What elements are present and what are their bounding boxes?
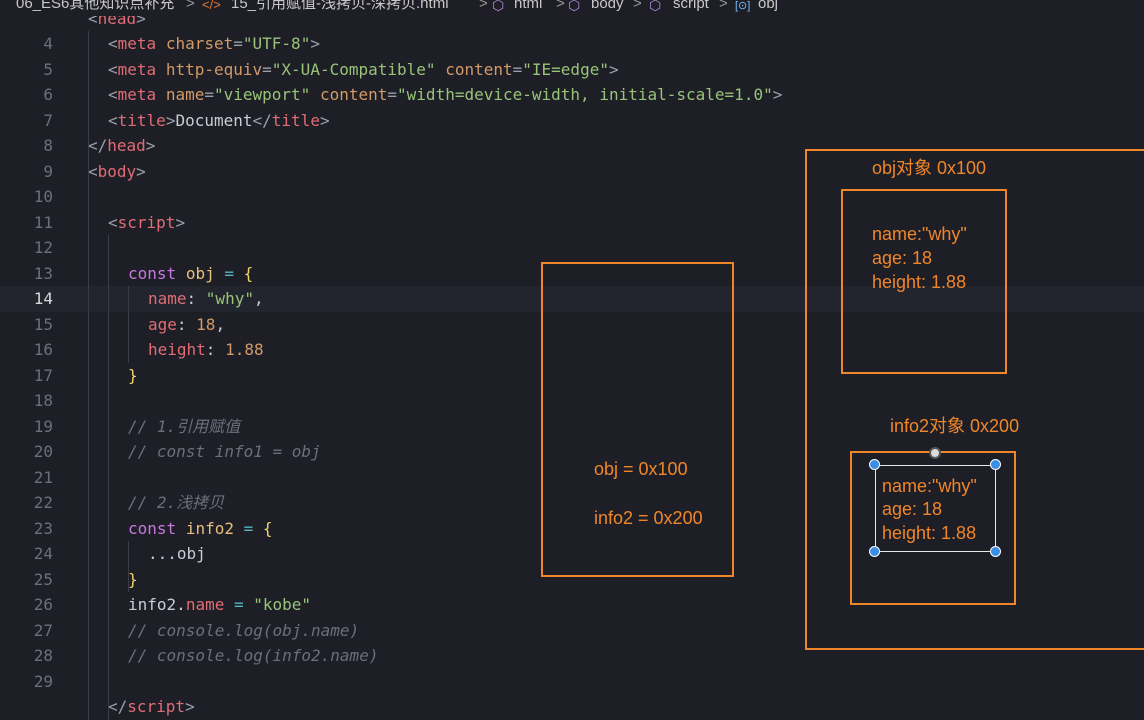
stack-info2-label: info2 = 0x200 xyxy=(594,508,703,528)
info2-height-prop[interactable]: height: 1.88 xyxy=(882,521,976,545)
code-text: </head> xyxy=(88,136,156,155)
code-text: </script> xyxy=(108,697,195,716)
info2-age-prop[interactable]: age: 18 xyxy=(882,497,942,521)
code-text: height: 1.88 xyxy=(148,340,264,359)
line-number: 11 xyxy=(33,212,53,232)
info2-object-title: info2对象 0x200 xyxy=(890,416,1020,436)
code-text: // console.log(obj.name) xyxy=(128,620,360,640)
indent-guide xyxy=(108,235,109,720)
resize-handle-bottom-right[interactable] xyxy=(990,546,1001,557)
obj-age-prop: age: 18 xyxy=(872,248,933,268)
line-number: 18 xyxy=(33,391,53,410)
code-text: <body> xyxy=(88,161,146,181)
indent-guide xyxy=(128,286,129,363)
rotate-handle-icon[interactable] xyxy=(929,447,941,459)
line-number: 14 xyxy=(33,289,53,308)
breadcrumb-item[interactable]: obj xyxy=(758,0,778,12)
line-number: 28 xyxy=(33,646,53,665)
code-text: } xyxy=(128,365,138,385)
code-text: <meta http-equiv="X-UA-Compatible" conte… xyxy=(108,59,619,79)
line-number: 24 xyxy=(33,544,53,563)
code-text: } xyxy=(128,569,138,589)
info2-name-prop[interactable]: name:"why" xyxy=(882,474,977,498)
line-number: 13 xyxy=(33,263,53,283)
line-number: 15 xyxy=(33,314,53,334)
code-text: <script> xyxy=(108,212,186,232)
variable-icon: [⊙] xyxy=(735,0,751,12)
line-number: 10 xyxy=(33,187,53,206)
cube-icon: ⬡ xyxy=(568,0,581,13)
resize-handle-top-left[interactable] xyxy=(869,459,880,470)
line-number: 5 xyxy=(43,59,53,79)
code-text: const info2 = { xyxy=(128,518,273,538)
breadcrumb-item[interactable]: script xyxy=(673,0,709,12)
line-number: 25 xyxy=(33,569,53,589)
line-number: 8 xyxy=(43,136,53,155)
html-file-icon: </> xyxy=(202,0,221,12)
line-number: 16 xyxy=(33,340,53,359)
indent-guide xyxy=(128,541,129,592)
line-number: 22 xyxy=(33,493,53,512)
code-text: // 2.浅拷贝 xyxy=(128,493,225,512)
obj-object-title: obj对象 0x100 xyxy=(872,158,987,178)
obj-name-prop: name:"why" xyxy=(872,224,967,244)
code-text: // 1.引用赋值 xyxy=(128,416,241,436)
breadcrumb-item[interactable]: 15_引用赋值-浅拷贝-深拷贝.html xyxy=(231,0,449,12)
line-number: 12 xyxy=(33,238,53,257)
code-text: // console.log(info2.name) xyxy=(128,646,379,665)
code-line[interactable]: 5 <meta http-equiv="X-UA-Compatible" cont… xyxy=(0,57,1144,83)
resize-handle-top-right[interactable] xyxy=(990,459,1001,470)
code-text: ...obj xyxy=(148,544,206,563)
code-text: <title>Document</title> xyxy=(108,110,330,130)
cube-icon: ⬡ xyxy=(492,0,505,13)
breadcrumb: 06_ES6其他知识点补充 > </> 15_引用赋值-浅拷贝-深拷贝.html > ⬡ h… xyxy=(0,0,1144,16)
obj-height-prop: height: 1.88 xyxy=(872,272,967,292)
line-number: 23 xyxy=(33,518,53,538)
breadcrumb-item[interactable]: html xyxy=(514,0,542,12)
line-number: 9 xyxy=(43,161,53,181)
line-number: 21 xyxy=(33,467,53,487)
code-text: // const info1 = obj xyxy=(128,442,321,461)
code-line[interactable]: 6 <meta name="viewport" content="width=de… xyxy=(0,82,1144,108)
code-text: const obj = { xyxy=(128,263,254,283)
line-number: 19 xyxy=(33,416,53,436)
code-text: <meta charset="UTF-8"> xyxy=(108,34,320,53)
resize-handle-bottom-left[interactable] xyxy=(869,546,880,557)
line-number: 26 xyxy=(33,595,53,614)
line-number: 7 xyxy=(43,110,53,130)
cube-icon: ⬡ xyxy=(649,0,662,13)
code-line[interactable]: </script> xyxy=(0,694,1144,720)
code-line[interactable]: 7 <title>Document</title> xyxy=(0,108,1144,134)
line-number: 27 xyxy=(33,620,53,640)
stack-obj-label: obj = 0x100 xyxy=(594,459,688,479)
code-text: info2.name = "kobe" xyxy=(128,595,312,614)
line-number: 29 xyxy=(33,671,53,691)
code-text: age: 18, xyxy=(148,314,226,334)
chevron-right-icon: > xyxy=(633,0,642,12)
breadcrumb-item[interactable]: body xyxy=(591,0,624,12)
line-number: 6 xyxy=(43,85,53,104)
breadcrumb-item[interactable]: 06_ES6其他知识点补充 xyxy=(16,0,174,12)
code-text: <meta name="viewport" content="width=dev… xyxy=(108,85,783,104)
indent-guide xyxy=(88,31,89,720)
code-text: name: "why", xyxy=(148,289,264,308)
chevron-right-icon: > xyxy=(556,0,565,12)
code-line[interactable]: 29 xyxy=(0,669,1144,695)
line-number: 4 xyxy=(43,34,53,53)
code-line[interactable]: 4 <meta charset="UTF-8"> xyxy=(0,31,1144,57)
chevron-right-icon: > xyxy=(479,0,488,12)
chevron-right-icon: > xyxy=(719,0,728,12)
line-number: 20 xyxy=(33,442,53,461)
chevron-right-icon: > xyxy=(186,0,195,12)
line-number: 17 xyxy=(33,365,53,385)
